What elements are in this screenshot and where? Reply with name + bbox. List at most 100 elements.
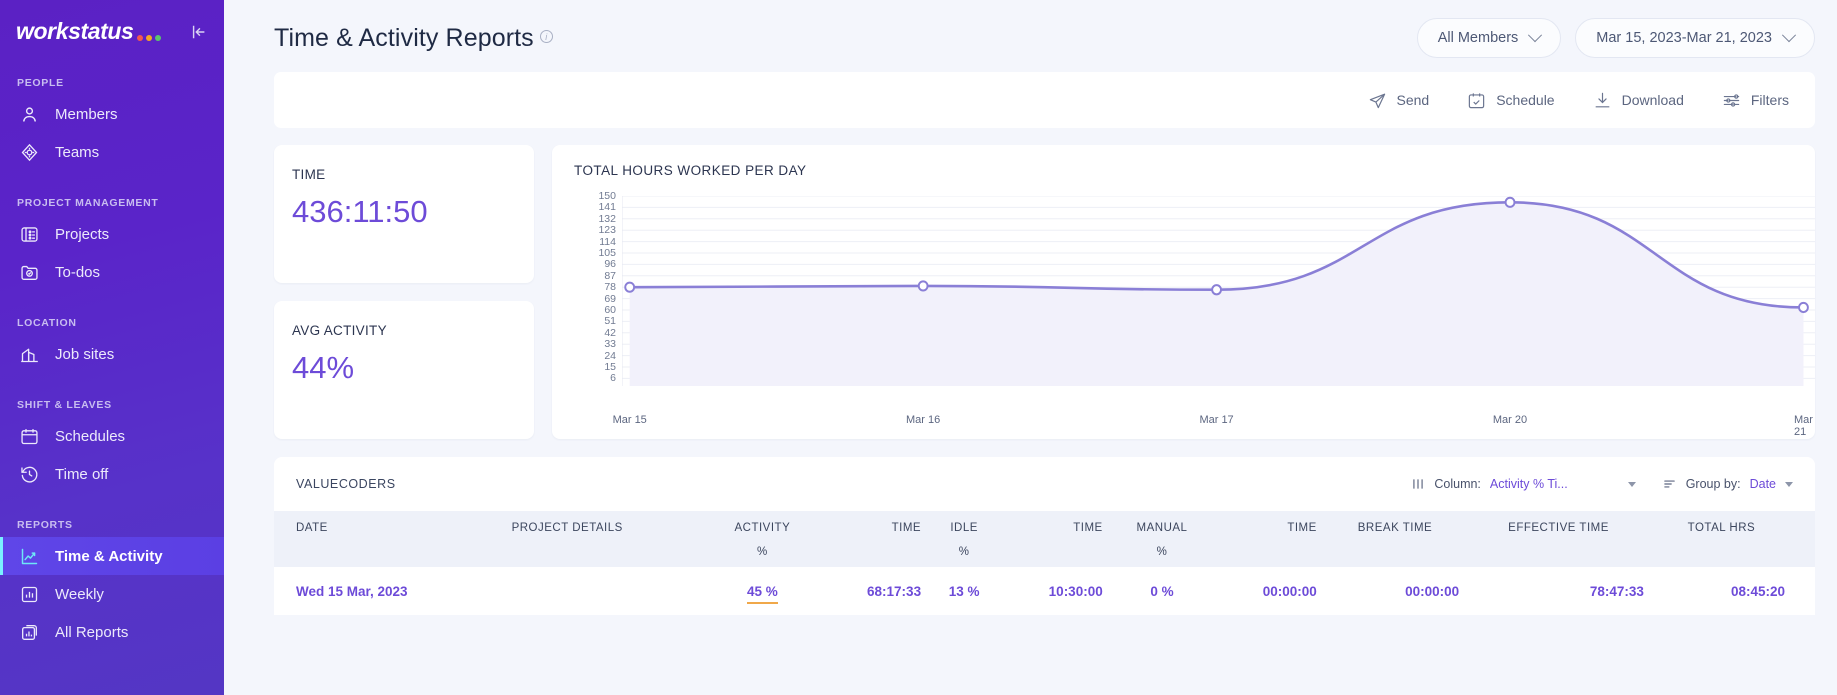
chevron-down-icon: [1781, 28, 1797, 43]
group-by-selector[interactable]: Group by: Date: [1662, 477, 1793, 491]
main-content: Time & Activity Reports i All Members Mar…: [224, 0, 1837, 695]
sidebar-section-reports: REPORTS: [17, 519, 73, 531]
y-tick-label: 105: [598, 246, 616, 259]
stat-cards: TIME 436:11:50 AVG ACTIVITY 44%: [274, 145, 534, 439]
schedule-label: Schedule: [1496, 92, 1555, 108]
y-tick-label: 24: [604, 349, 616, 362]
table-column-header[interactable]: BREAK TIME: [1331, 511, 1473, 567]
logo-dots-icon: [137, 35, 162, 45]
calendar-icon: [18, 425, 40, 447]
column-selector[interactable]: Column: Activity % Ti...: [1411, 477, 1636, 491]
teams-icon: [18, 141, 40, 163]
sidebar-item-label: Teams: [55, 143, 100, 161]
table-column-header[interactable]: TIME: [1007, 511, 1117, 567]
user-icon: [18, 103, 40, 125]
cell-total-hrs: 08:45:20: [1730, 583, 1785, 599]
schedule-button[interactable]: Schedule: [1467, 91, 1555, 110]
cell-idle-time: 10:30:00: [1048, 583, 1103, 599]
filters-label: Filters: [1750, 92, 1789, 108]
chart-svg: [621, 195, 1815, 386]
sidebar-item-time-off[interactable]: Time off: [0, 455, 224, 493]
table-column-header[interactable]: TIME: [826, 511, 936, 567]
table-row[interactable]: Wed 15 Mar, 2023 45 % 68:17:33 13 % 10:30:00…: [274, 567, 1815, 615]
chevron-down-icon: [1528, 28, 1543, 43]
x-tick-label: Mar 15: [612, 414, 647, 426]
x-tick-label: Mar 17: [1199, 414, 1234, 426]
table-column-header[interactable]: PROJECT DETAILS: [512, 511, 714, 567]
sidebar-item-projects[interactable]: Projects: [0, 215, 224, 253]
column-group-label: MANUAL: [1136, 522, 1188, 534]
member-filter-dropdown[interactable]: All Members: [1416, 18, 1562, 58]
table-header-row: DATE PROJECT DETAILS ACTIVITY% TIME IDLE% TIM…: [274, 511, 1815, 567]
sidebar-item-all-reports[interactable]: All Reports: [0, 613, 224, 651]
report-toolbar: Send Schedule Download Filters: [274, 72, 1815, 128]
table-column-header[interactable]: TIME: [1221, 511, 1331, 567]
y-tick-label: 60: [604, 303, 616, 316]
group-by-icon: [1663, 480, 1675, 488]
app-logo[interactable]: workstatus: [16, 18, 162, 45]
column-group-label: EFFECTIVE TIME: [1508, 522, 1609, 534]
table-column-header[interactable]: EFFECTIVE TIME: [1473, 511, 1658, 567]
column-sub-label: TIME: [1073, 522, 1103, 534]
date-range-dropdown[interactable]: Mar 15, 2023-Mar 21, 2023: [1575, 18, 1815, 58]
sidebar-item-teams[interactable]: Teams: [0, 133, 224, 171]
sidebar-section-people: PEOPLE: [17, 77, 64, 89]
cell-manual-pct: 0 %: [1150, 583, 1174, 599]
avg-activity-stat-label: AVG ACTIVITY: [292, 323, 387, 338]
column-group-label: IDLE: [950, 522, 978, 534]
table-body: Wed 15 Mar, 2023 45 % 68:17:33 13 % 10:30:00…: [274, 567, 1815, 615]
bar-chart-icon: [18, 583, 40, 605]
y-tick-label: 42: [604, 326, 616, 339]
cell-date: Wed 15 Mar, 2023: [296, 583, 408, 599]
y-tick-label: 150: [598, 189, 616, 202]
send-button[interactable]: Send: [1368, 91, 1429, 110]
time-stat-label: TIME: [292, 167, 326, 182]
download-label: Download: [1621, 92, 1684, 108]
info-icon[interactable]: i: [539, 30, 553, 43]
column-sub-label: TIME: [891, 522, 922, 534]
table-header-bar: VALUECODERS Column: Activity % Ti... Gro…: [274, 457, 1815, 511]
table-column-header[interactable]: ACTIVITY%: [713, 511, 825, 567]
page-title-text: Time & Activity Reports: [274, 23, 534, 52]
table-column-header[interactable]: TOTAL HRS: [1658, 511, 1815, 567]
y-tick-label: 33: [604, 337, 616, 350]
column-sub-label: %: [958, 546, 970, 558]
y-tick-label: 6: [610, 372, 616, 385]
y-tick-label: 123: [598, 223, 616, 236]
y-tick-label: 141: [598, 201, 616, 214]
sidebar-section-project-management: PROJECT MANAGEMENT: [17, 197, 159, 209]
table-column-header[interactable]: IDLE%: [935, 511, 1007, 567]
sidebar-item-label: Time & Activity: [55, 547, 163, 565]
x-tick-label: Mar 20: [1492, 414, 1528, 426]
column-group-label: TOTAL HRS: [1687, 522, 1756, 534]
sidebar-item-to-dos[interactable]: To-dos: [0, 253, 224, 291]
column-sub-label: TIME: [1287, 522, 1317, 534]
sidebar-item-members[interactable]: Members: [0, 95, 224, 133]
download-button[interactable]: Download: [1593, 91, 1684, 110]
table-controls: Column: Activity % Ti... Group by: Date: [1411, 477, 1793, 491]
page-title: Time & Activity Reports i: [274, 24, 553, 53]
sidebar-item-time-activity[interactable]: Time & Activity: [0, 537, 224, 575]
todos-icon: [18, 261, 40, 283]
hours-per-day-chart-card: TOTAL HOURS WORKED PER DAY 150 141 132 123 1…: [552, 145, 1815, 439]
date-range-label: Mar 15, 2023-Mar 21, 2023: [1596, 30, 1772, 46]
report-table: DATE PROJECT DETAILS ACTIVITY% TIME IDLE% TIM…: [274, 511, 1815, 615]
app-root: workstatus PEOPLE Members Teams PROJECT MAN…: [0, 0, 1837, 695]
table-column-header[interactable]: DATE: [274, 511, 512, 567]
clock-back-icon: [18, 463, 40, 485]
cell-break-time: 00:00:00: [1405, 583, 1460, 599]
collapse-panel-icon[interactable]: [190, 23, 208, 41]
column-value: Activity % Ti...: [1489, 477, 1568, 491]
sidebar-item-schedules[interactable]: Schedules: [0, 417, 224, 455]
sidebar-item-job-sites[interactable]: Job sites: [0, 335, 224, 373]
sidebar-item-label: To-dos: [55, 263, 101, 281]
sidebar-section-shift-leaves: SHIFT & LEAVES: [17, 399, 112, 411]
sidebar-item-label: Members: [55, 105, 118, 123]
cell-effective-time: 78:47:33: [1589, 583, 1644, 599]
sidebar-item-label: Schedules: [55, 427, 126, 445]
table-column-header[interactable]: MANUAL%: [1117, 511, 1222, 567]
filters-button[interactable]: Filters: [1722, 91, 1789, 110]
sidebar-item-weekly[interactable]: Weekly: [0, 575, 224, 613]
chart-area: 150 141 132 123 114 105 96 87 78 69 60 51 42 33 24 15 6 …: [574, 191, 1815, 439]
column-sub-label: PROJECT DETAILS: [511, 522, 623, 534]
